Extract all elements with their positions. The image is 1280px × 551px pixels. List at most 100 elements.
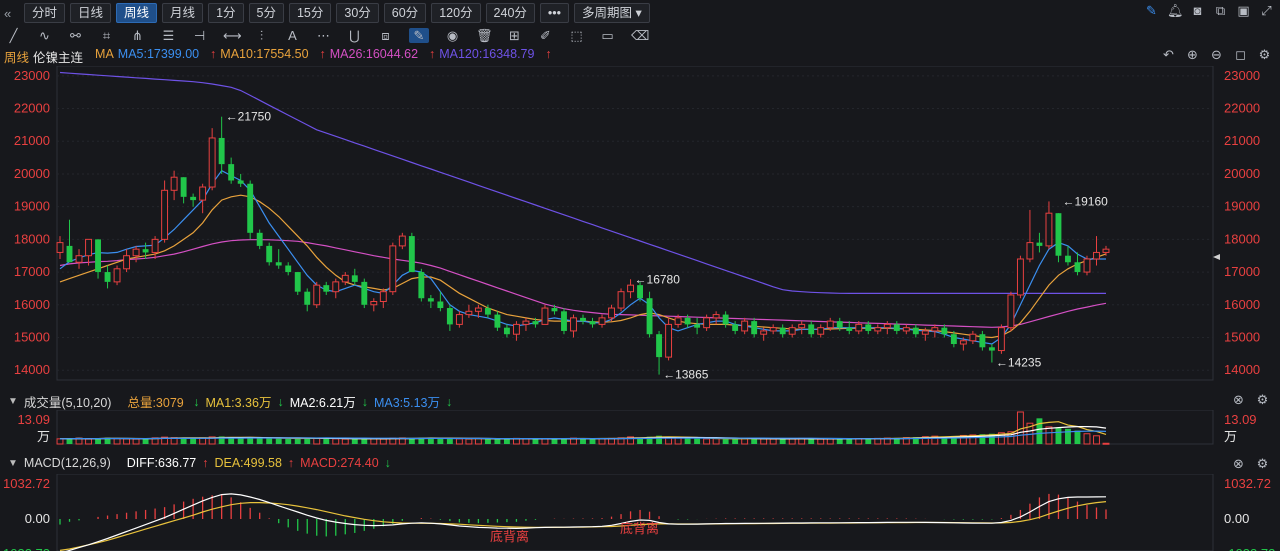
period-button-1min[interactable]: 1分 <box>208 3 244 23</box>
volume-y-unit-left: 万 <box>37 429 50 444</box>
macd-dea: DEA:499.58 <box>214 456 282 470</box>
candle-body <box>151 238 159 253</box>
draw-pen-icon[interactable]: ✎ <box>1144 3 1159 18</box>
macd-collapse-icon[interactable]: ▼ <box>8 458 18 469</box>
period-button-60min[interactable]: 60分 <box>383 3 427 23</box>
fib-fan-tool-icon[interactable]: ⫶ <box>254 28 269 43</box>
trash-icon[interactable]: 🗑︎ <box>476 28 493 43</box>
y-tick-label-left: 17000 <box>14 264 50 279</box>
y-tick-label-right: 17000 <box>1224 264 1260 279</box>
period-button-month[interactable]: 月线 <box>162 3 204 23</box>
comment-icon[interactable]: ▭ <box>600 28 615 43</box>
candle-body <box>769 327 777 332</box>
edit-note-icon[interactable]: ✐ <box>538 28 553 43</box>
period-button-120min[interactable]: 120分 <box>431 3 481 23</box>
measure-tool-icon[interactable]: ⟷ <box>223 28 242 43</box>
bell-icon[interactable]: 🔔︎ <box>1167 3 1184 18</box>
candle-body <box>313 284 321 306</box>
volume-settings-icon[interactable]: ⚙ <box>1255 392 1270 407</box>
period-button-fenshi[interactable]: 分时 <box>24 3 66 23</box>
volume-chart[interactable]: 13.09 万 13.09 万 <box>0 410 1280 452</box>
period-button-15min[interactable]: 15分 <box>288 3 332 23</box>
macd-diff: DIFF:636.77 <box>126 456 197 470</box>
candle-body <box>341 274 349 283</box>
period-toolbar: « 分时 日线 周线 月线 1分 5分 15分 30分 60分 120分 240… <box>0 0 1280 26</box>
gann-tool-icon[interactable]: ⊣ <box>192 28 207 43</box>
candle-body <box>760 330 768 335</box>
candle-body <box>627 284 634 293</box>
eye-icon[interactable]: ◉ <box>445 28 460 43</box>
text-tool-icon[interactable]: A <box>285 28 300 43</box>
candle-body <box>503 327 510 335</box>
magnet-icon[interactable]: ⋃ <box>347 28 362 43</box>
more-periods-button[interactable]: ••• <box>539 3 570 23</box>
zoom-in-icon[interactable]: ⊕ <box>1185 47 1200 62</box>
line-tool-icon[interactable]: ╱ <box>6 28 21 43</box>
candle-body <box>1007 294 1015 329</box>
volume-bar <box>788 438 796 445</box>
window-icon[interactable]: ◻ <box>1233 47 1248 62</box>
candle-body <box>741 320 749 332</box>
period-button-240min[interactable]: 240分 <box>485 3 535 23</box>
image-icon[interactable]: ▣ <box>1236 3 1251 18</box>
volume-collapse-icon[interactable]: ▼ <box>8 396 18 407</box>
volume-bar <box>769 438 777 445</box>
candle-body <box>275 262 282 266</box>
volume-bar <box>522 438 530 445</box>
price-annotation: ←21750 <box>226 110 272 124</box>
period-button-5min[interactable]: 5分 <box>248 3 284 23</box>
volume-bar <box>1045 426 1053 445</box>
period-button-30min[interactable]: 30分 <box>336 3 379 23</box>
eraser-icon[interactable]: ⌫ <box>631 28 649 43</box>
group-icon[interactable]: ⊞ <box>507 28 522 43</box>
candle-body <box>1026 242 1034 260</box>
candle-body <box>95 239 101 273</box>
crop-tool-icon[interactable]: ⌗ <box>99 28 114 43</box>
candle-body <box>199 186 207 201</box>
candle-body <box>218 137 225 165</box>
volume-close-icon[interactable]: ⊗ <box>1231 392 1246 407</box>
pencil-mode-icon[interactable]: ✎ <box>409 27 429 43</box>
candle-body <box>85 238 92 257</box>
volume-total: 总量:3079 <box>127 396 184 410</box>
volume-bar <box>237 437 244 444</box>
volume-bar <box>142 438 149 444</box>
curve-tool-icon[interactable]: ∿ <box>37 28 52 43</box>
candle-body <box>379 291 387 302</box>
volume-bar <box>370 438 378 445</box>
zoom-out-icon[interactable]: ⊖ <box>1209 47 1224 62</box>
main-chart-controls: ↶ ⊕ ⊖ ◻ ⚙ <box>1161 47 1272 62</box>
macd-chart[interactable]: 1032.72 0.00 -1032.72 1032.72 0.00 -1032.72 底背… <box>0 474 1280 551</box>
pitchfork-tool-icon[interactable]: ⋔ <box>130 28 145 43</box>
symbol-name[interactable]: 伦镍主连 <box>33 47 83 65</box>
period-button-day[interactable]: 日线 <box>70 3 112 23</box>
y-tick-label-right: 23000 <box>1224 68 1260 83</box>
fib-tool-icon[interactable]: ☰ <box>161 28 176 43</box>
multi-period-dropdown[interactable]: 多周期图 ▾ <box>574 3 650 23</box>
candlestick-chart[interactable]: 23000 23000 22000 22000 21000 21000 20000 20000… <box>0 66 1280 386</box>
collapse-left-icon[interactable]: « <box>4 6 20 21</box>
undo-icon[interactable]: ↶ <box>1161 47 1176 62</box>
layers-icon[interactable]: ⧈ <box>378 28 393 43</box>
candle-body <box>950 334 957 345</box>
settings-icon[interactable]: ⚙ <box>1257 47 1272 62</box>
share-icon[interactable]: ⬚ <box>569 28 584 43</box>
expand-icon[interactable]: ⤢ <box>1259 3 1274 18</box>
candle-body <box>389 245 397 293</box>
camera-icon[interactable]: ◙ <box>1190 3 1205 18</box>
divergence-annotation: 底背离 <box>620 521 659 536</box>
candle-body <box>522 320 530 325</box>
divergence-annotation: 底背离 <box>490 529 529 544</box>
macd-settings-icon[interactable]: ⚙ <box>1255 456 1270 471</box>
period-button-week[interactable]: 周线 <box>116 3 158 23</box>
candle-body <box>142 249 149 253</box>
link-tool-icon[interactable]: ⚯ <box>68 28 83 43</box>
volume-bar <box>190 438 197 444</box>
macd-close-icon[interactable]: ⊗ <box>1231 456 1246 471</box>
ma5-value: MA5:17399.00 <box>117 47 200 61</box>
more-tools-icon[interactable]: ⋯ <box>316 28 331 43</box>
volume-bar <box>66 438 73 444</box>
copy-icon[interactable]: ⧉ <box>1213 3 1228 18</box>
candle-body <box>304 291 311 305</box>
candle-body <box>979 334 986 348</box>
